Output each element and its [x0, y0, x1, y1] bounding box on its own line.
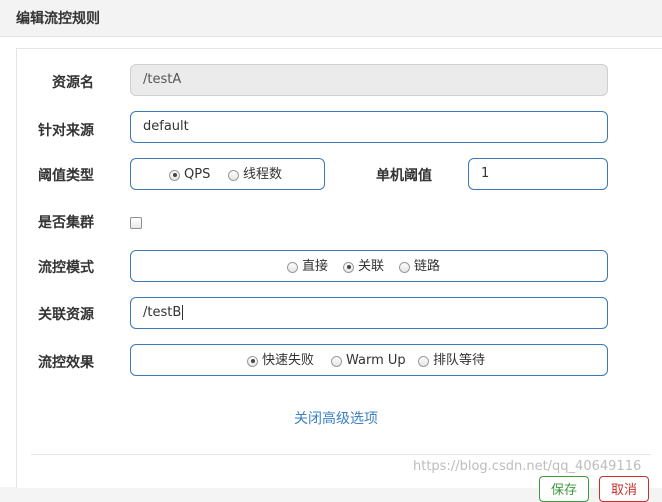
strategy-label: 流控模式 [38, 260, 94, 276]
toggle-advanced-options-link[interactable]: 关闭高级选项 [294, 408, 378, 428]
footer-divider [31, 454, 651, 455]
radio-thread-count-label: 线程数 [243, 167, 283, 182]
radio-direct-label: 直接 [302, 259, 329, 274]
resource-label: 资源名 [52, 75, 94, 91]
edit-flow-rule-dialog: 编辑流控规则 资源名 /testA 针对来源 default 阈值类型 QPS … [0, 0, 662, 502]
radio-unchecked-icon[interactable] [418, 355, 429, 367]
radio-relate-label: 关联 [358, 259, 385, 274]
cluster-checkbox[interactable] [130, 217, 142, 229]
save-button[interactable]: 保存 [539, 476, 589, 502]
radio-fast-fail-label: 快速失败 [262, 353, 315, 368]
limit-app-input[interactable]: default [130, 111, 608, 143]
cancel-button[interactable]: 取消 [599, 476, 649, 502]
radio-relate[interactable]: 关联 [343, 259, 384, 275]
radio-unchecked-icon[interactable] [287, 261, 298, 273]
radio-checked-icon[interactable] [247, 355, 258, 367]
radio-unchecked-icon[interactable] [228, 169, 239, 181]
watermark: https://blog.csdn.net/qq_40649116 [413, 459, 642, 474]
threshold-input[interactable]: 1 [468, 158, 608, 190]
radio-chain-label: 链路 [414, 259, 441, 274]
radio-chain[interactable]: 链路 [399, 259, 440, 275]
limit-app-label: 针对来源 [38, 123, 94, 139]
radio-qps[interactable]: QPS [169, 167, 210, 183]
radio-warm-up-label: Warm Up [346, 353, 406, 368]
radio-direct[interactable]: 直接 [287, 259, 328, 275]
radio-queue-label: 排队等待 [433, 353, 486, 368]
resource-name-field: /testA [130, 64, 608, 96]
radio-checked-icon[interactable] [169, 169, 180, 181]
radio-thread-count[interactable]: 线程数 [228, 167, 282, 183]
control-behavior-radio-group: 快速失败 Warm Up 排队等待 [130, 344, 608, 376]
dialog-header: 编辑流控规则 [0, 0, 662, 37]
radio-fast-fail[interactable]: 快速失败 [247, 353, 314, 369]
radio-queue[interactable]: 排队等待 [418, 353, 485, 369]
radio-warm-up[interactable]: Warm Up [331, 353, 406, 369]
radio-qps-label: QPS [184, 167, 211, 182]
ref-resource-value: /testB [143, 305, 182, 320]
grade-label: 阈值类型 [38, 168, 94, 184]
grade-radio-group: QPS 线程数 [130, 158, 325, 190]
ref-resource-input[interactable]: /testB [130, 297, 608, 329]
cluster-label: 是否集群 [38, 215, 94, 231]
radio-unchecked-icon[interactable] [399, 261, 410, 273]
control-behavior-label: 流控效果 [38, 355, 94, 371]
dialog-title: 编辑流控规则 [16, 11, 100, 27]
ref-resource-label: 关联资源 [38, 307, 94, 323]
radio-checked-icon[interactable] [343, 261, 354, 273]
radio-unchecked-icon[interactable] [331, 355, 342, 367]
threshold-label: 单机阈值 [376, 168, 432, 184]
text-caret [182, 305, 184, 320]
strategy-radio-group: 直接 关联 链路 [130, 250, 608, 282]
